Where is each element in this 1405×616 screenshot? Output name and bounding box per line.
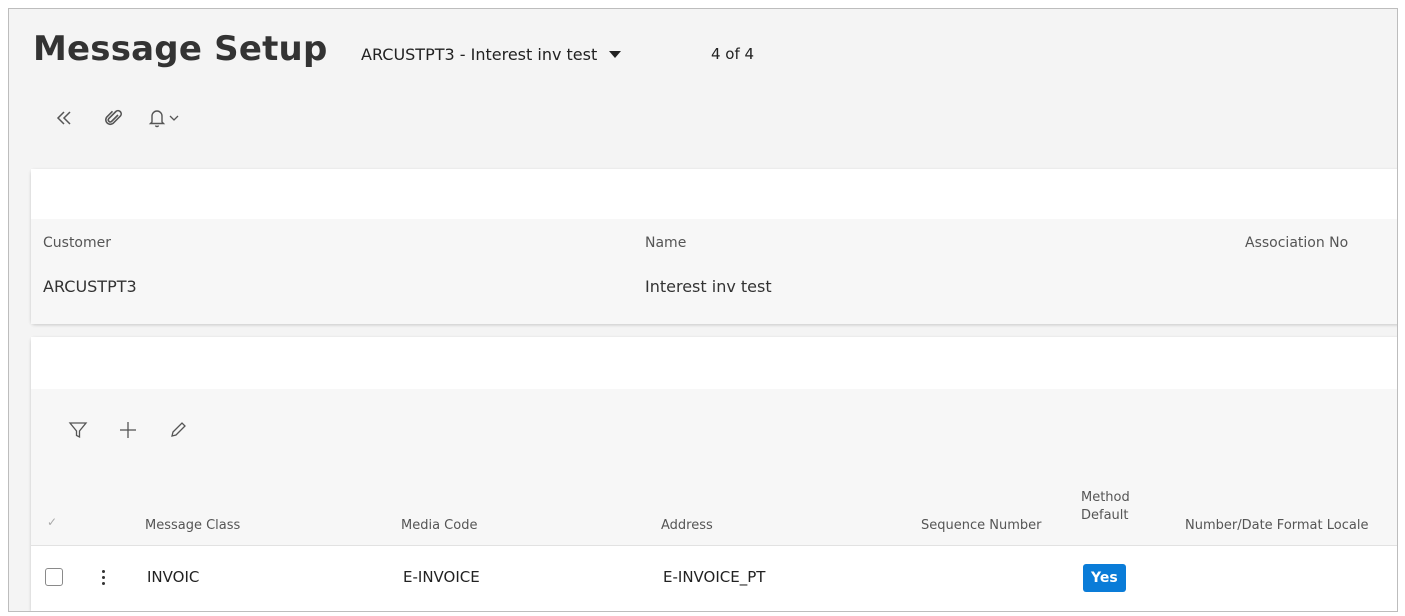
name-label: Name <box>645 235 687 251</box>
cell-address: E-INVOICE_PT <box>663 568 766 586</box>
cell-message-class: INVOIC <box>147 568 200 586</box>
method-default-badge: Yes <box>1083 564 1126 592</box>
row-checkbox[interactable] <box>45 568 63 586</box>
chevron-down-icon <box>168 113 180 123</box>
filter-icon[interactable] <box>63 415 93 445</box>
page-title: Message Setup <box>33 29 328 69</box>
card-header-strip <box>31 169 1397 219</box>
column-header-message-class[interactable]: Message Class <box>145 517 240 535</box>
card-header-strip <box>31 337 1397 389</box>
column-header-method-default[interactable]: Method Default <box>1081 489 1143 525</box>
header-toolbar <box>49 103 199 133</box>
app-frame: Message Setup ARCUSTPT3 - Interest inv t… <box>8 8 1398 612</box>
notification-menu[interactable] <box>148 103 180 133</box>
caret-down-icon <box>609 51 622 58</box>
record-count: 4 of 4 <box>711 45 755 63</box>
column-header-media-code[interactable]: Media Code <box>401 517 477 535</box>
customer-fields: Customer ARCUSTPT3 Name Interest inv tes… <box>31 219 1397 324</box>
table-row[interactable]: INVOIC E-INVOICE E-INVOICE_PT Yes <box>31 546 1397 611</box>
record-selector[interactable]: ARCUSTPT3 - Interest inv test <box>361 45 622 64</box>
cell-media-code: E-INVOICE <box>403 568 480 586</box>
column-header-locale[interactable]: Number/Date Format Locale <box>1185 517 1368 535</box>
column-header-address[interactable]: Address <box>661 517 713 535</box>
customer-value: ARCUSTPT3 <box>43 277 137 296</box>
page-header: Message Setup ARCUSTPT3 - Interest inv t… <box>9 9 1397 169</box>
association-no-label: Association No <box>1245 235 1349 251</box>
plus-icon[interactable] <box>113 415 143 445</box>
column-header-sequence-number[interactable]: Sequence Number <box>921 517 1041 535</box>
name-value: Interest inv test <box>645 277 772 296</box>
record-selector-label: ARCUSTPT3 - Interest inv test <box>361 45 598 64</box>
paperclip-icon[interactable] <box>99 103 129 133</box>
pencil-icon[interactable] <box>163 415 193 445</box>
customer-card: Customer ARCUSTPT3 Name Interest inv tes… <box>31 169 1397 324</box>
bell-icon <box>148 108 166 128</box>
customer-label: Customer <box>43 235 112 251</box>
kebab-menu-icon[interactable] <box>97 564 109 590</box>
table-toolbar <box>63 415 213 445</box>
double-chevron-left-icon[interactable] <box>49 103 79 133</box>
select-all-checkmark-icon[interactable]: ✓ <box>47 515 57 529</box>
message-table-card: ✓ Message Class Media Code Address Seque… <box>31 337 1397 611</box>
